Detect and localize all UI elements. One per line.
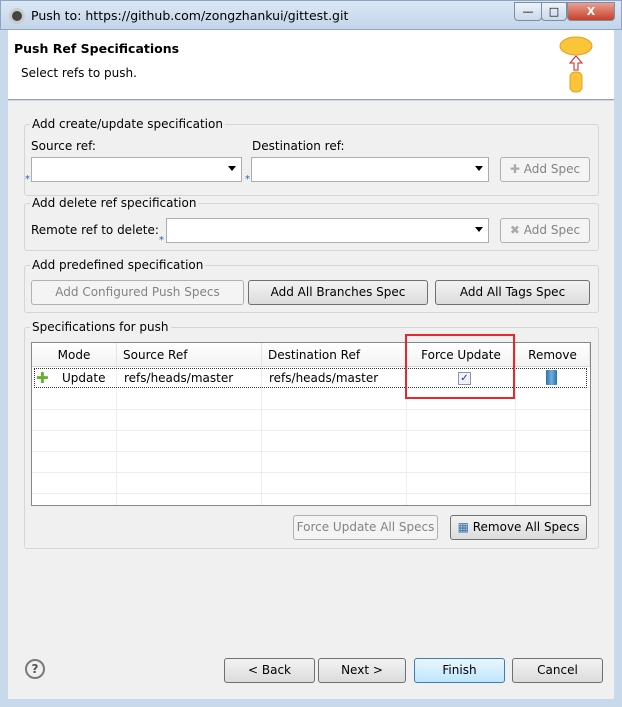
remote-ref-label: Remote ref to delete: [31, 223, 159, 237]
plus-icon: ✚ [509, 162, 524, 176]
next-button[interactable]: Next > [318, 658, 406, 683]
trash-icon[interactable] [546, 370, 557, 385]
destination-ref-label: Destination ref: [252, 139, 345, 153]
title-bar: Push to: https://github.com/zongzhankui/… [0, 0, 622, 30]
plus-icon: ✚ [36, 369, 49, 387]
add-spec-button[interactable]: ✚ Add Spec [500, 157, 590, 182]
add-all-tags-spec-button[interactable]: Add All Tags Spec [435, 280, 590, 305]
remote-ref-combo[interactable] [166, 218, 489, 243]
chevron-down-icon [475, 227, 483, 232]
add-delete-spec-button[interactable]: ✖ Add Spec [500, 218, 590, 243]
chevron-down-icon [475, 166, 483, 171]
delete-x-icon: ✖ [509, 223, 524, 237]
column-header-source-ref[interactable]: Source Ref [117, 343, 262, 367]
remove-all-specs-button[interactable]: ▦ Remove All Specs [450, 515, 587, 540]
chevron-down-icon [228, 166, 236, 171]
push-cloud-icon [559, 36, 593, 93]
back-button[interactable]: < Back [224, 658, 315, 683]
specs-group-label: Specifications for push [30, 320, 171, 334]
highlight-box [405, 334, 515, 399]
destination-ref-cell: refs/heads/master [269, 371, 379, 385]
eclipse-app-icon [9, 8, 25, 24]
force-update-all-specs-button[interactable]: Force Update All Specs [293, 515, 438, 540]
row-line [32, 430, 590, 431]
column-header-mode[interactable]: Mode [32, 343, 117, 367]
delete-ref-group-label: Add delete ref specification [30, 196, 199, 210]
source-ref-combo[interactable] [31, 157, 242, 182]
cancel-button[interactable]: Cancel [512, 658, 603, 683]
page-subtitle: Select refs to push. [21, 66, 137, 80]
mode-cell: Update [62, 371, 106, 385]
add-spec-label: Add Spec [523, 223, 581, 237]
close-button[interactable]: X [567, 2, 615, 21]
help-button[interactable]: ? [25, 659, 45, 679]
remove-all-icon: ▦ [457, 520, 473, 534]
add-all-branches-spec-button[interactable]: Add All Branches Spec [248, 280, 428, 305]
window-title: Push to: https://github.com/zongzhankui/… [31, 8, 349, 23]
remove-all-label: Remove All Specs [472, 520, 580, 534]
row-line [32, 451, 590, 452]
column-header-remove[interactable]: Remove [516, 343, 590, 367]
required-marker: * [159, 235, 164, 246]
page-title: Push Ref Specifications [14, 41, 180, 56]
minimize-button[interactable]: — [514, 2, 542, 21]
required-marker: * [25, 174, 30, 185]
source-ref-label: Source ref: [31, 139, 96, 153]
add-configured-push-specs-button[interactable]: Add Configured Push Specs [31, 280, 244, 305]
row-line [32, 472, 590, 473]
predefined-group-label: Add predefined specification [30, 258, 206, 272]
source-ref-cell: refs/heads/master [124, 371, 234, 385]
wizard-header: Push Ref Specifications Select refs to p… [8, 30, 614, 100]
maximize-button[interactable]: □ [541, 2, 567, 21]
row-line [32, 493, 590, 494]
destination-ref-combo[interactable] [251, 157, 489, 182]
row-line [32, 409, 590, 410]
finish-button[interactable]: Finish [414, 658, 505, 683]
create-update-group-label: Add create/update specification [30, 117, 225, 131]
required-marker: * [245, 174, 250, 185]
column-header-destination-ref[interactable]: Destination Ref [262, 343, 407, 367]
add-spec-label: Add Spec [523, 162, 581, 176]
